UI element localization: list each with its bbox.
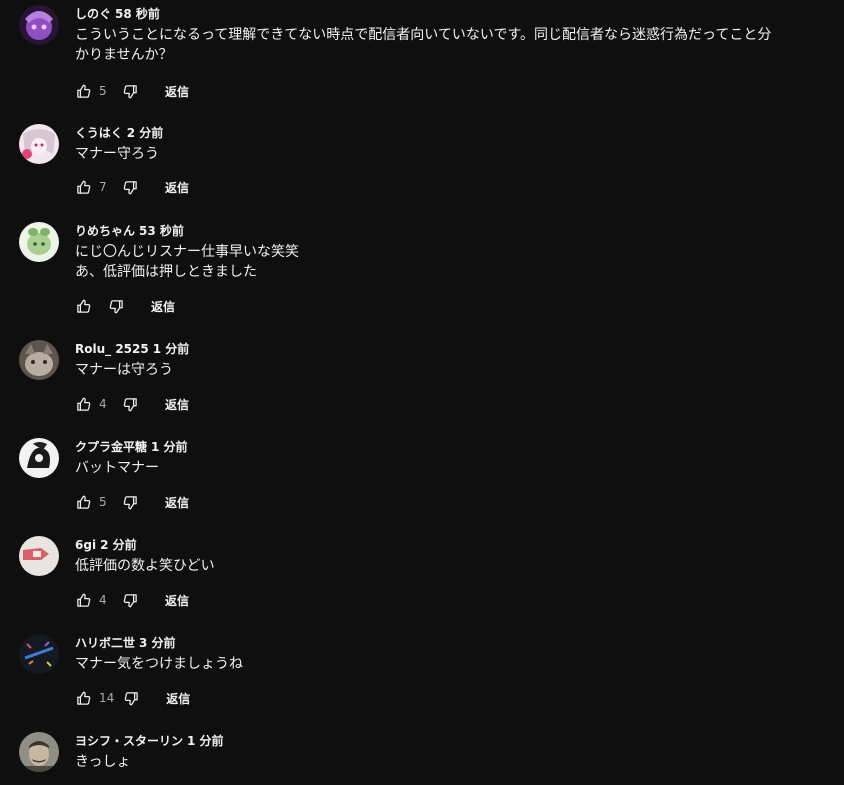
comment-header: Rolu_ 2525 1 分前 — [75, 340, 189, 358]
like-count: 7 — [99, 180, 107, 194]
avatar[interactable] — [19, 438, 59, 478]
thumbs-down-icon[interactable] — [122, 83, 138, 99]
timestamp[interactable]: 1 分前 — [151, 440, 188, 454]
author-name[interactable]: ヨシフ・スターリン — [75, 734, 183, 748]
comment-text: 低評価の数よ笑ひどい — [75, 558, 215, 574]
comment-text: バットマナー — [75, 460, 159, 476]
timestamp[interactable]: 53 秒前 — [139, 224, 184, 238]
avatar[interactable] — [19, 340, 59, 380]
author-name[interactable]: りめちゃん — [75, 224, 135, 238]
comment-text: マナー守ろう — [75, 146, 159, 162]
avatar[interactable] — [19, 732, 59, 772]
comment-text: こういうことになるって理解できてない時点で配信者向いていないです。同じ配信者なら… — [75, 27, 772, 63]
comments-section: しのぐ 58 秒前 こういうことになるって理解できてない時点で配信者向いていないで… — [0, 0, 844, 785]
reply-button[interactable]: 返信 — [165, 494, 189, 511]
thumbs-up-icon[interactable] — [75, 298, 91, 314]
comment-actions: 4 返信 — [75, 394, 189, 414]
author-name[interactable]: ハリボ二世 — [75, 636, 135, 650]
thumbs-down-icon[interactable] — [122, 179, 138, 195]
thumbs-up-icon[interactable] — [75, 592, 91, 608]
reply-button[interactable]: 返信 — [165, 179, 189, 196]
avatar[interactable] — [19, 5, 59, 45]
comment-header: ハリボ二世 3 分前 — [75, 634, 176, 652]
comment-actions: 14 返信 — [75, 688, 190, 708]
comment-actions: 7 返信 — [75, 177, 189, 197]
author-name[interactable]: しのぐ — [75, 7, 111, 21]
comment-actions: 5 返信 — [75, 81, 189, 101]
comment-header: りめちゃん 53 秒前 — [75, 222, 184, 240]
avatar[interactable] — [19, 536, 59, 576]
comment-text: きっしょ — [75, 754, 131, 770]
like-count: 5 — [99, 495, 107, 509]
timestamp[interactable]: 2 分前 — [127, 126, 164, 140]
thumbs-down-icon[interactable] — [122, 396, 138, 412]
thumbs-down-icon[interactable] — [122, 494, 138, 510]
avatar[interactable] — [19, 634, 59, 674]
avatar[interactable] — [19, 222, 59, 262]
thumbs-up-icon[interactable] — [75, 83, 91, 99]
timestamp[interactable]: 2 分前 — [100, 538, 137, 552]
comment-text: マナーは守ろう — [75, 362, 173, 378]
thumbs-up-icon[interactable] — [75, 396, 91, 412]
comment-header: くうはく 2 分前 — [75, 124, 163, 142]
thumbs-down-icon[interactable] — [108, 298, 124, 314]
timestamp[interactable]: 1 分前 — [187, 734, 224, 748]
reply-button[interactable]: 返信 — [151, 298, 175, 315]
timestamp[interactable]: 1 分前 — [153, 342, 190, 356]
thumbs-up-icon[interactable] — [75, 494, 91, 510]
comment-text: にじ〇んじリスナー仕事早いな笑笑 あ、低評価は押しときました — [75, 244, 299, 280]
thumbs-up-icon[interactable] — [75, 690, 91, 706]
author-name[interactable]: Rolu_ 2525 — [75, 342, 149, 356]
like-count: 4 — [99, 593, 107, 607]
reply-button[interactable]: 返信 — [166, 690, 190, 707]
reply-button[interactable]: 返信 — [165, 83, 189, 100]
thumbs-up-icon[interactable] — [75, 179, 91, 195]
comment-actions: 5 返信 — [75, 492, 189, 512]
comment-actions: 4 返信 — [75, 590, 189, 610]
timestamp[interactable]: 58 秒前 — [115, 7, 160, 21]
comment-actions: 返信 — [75, 296, 175, 316]
author-name[interactable]: 6gi — [75, 538, 96, 552]
comment-text: マナー気をつけましょうね — [75, 656, 243, 672]
reply-button[interactable]: 返信 — [165, 396, 189, 413]
timestamp[interactable]: 3 分前 — [139, 636, 176, 650]
comment-header: ヨシフ・スターリン 1 分前 — [75, 732, 224, 750]
thumbs-down-icon[interactable] — [122, 592, 138, 608]
thumbs-down-icon[interactable] — [123, 690, 139, 706]
like-count: 5 — [99, 84, 107, 98]
comment-header: クプラ金平糖 1 分前 — [75, 438, 188, 456]
author-name[interactable]: くうはく — [75, 126, 123, 140]
avatar[interactable] — [19, 124, 59, 164]
like-count: 14 — [99, 691, 115, 705]
reply-button[interactable]: 返信 — [165, 592, 189, 609]
like-count: 4 — [99, 397, 107, 411]
comment-header: 6gi 2 分前 — [75, 536, 137, 554]
comment-header: しのぐ 58 秒前 — [75, 5, 160, 23]
author-name[interactable]: クプラ金平糖 — [75, 440, 147, 454]
